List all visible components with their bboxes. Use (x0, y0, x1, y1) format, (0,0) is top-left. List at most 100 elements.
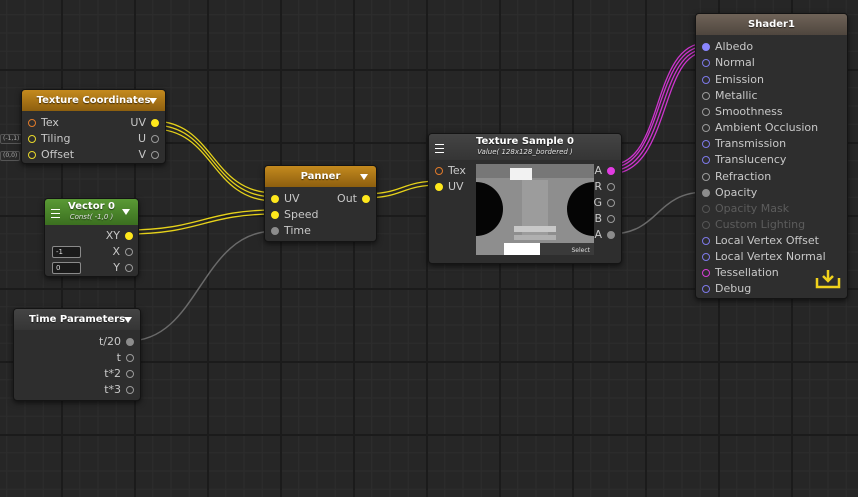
port-ambient-occlusion-input[interactable]: Ambient Occlusion (702, 121, 818, 135)
texture-preview[interactable]: Select (476, 164, 594, 255)
port-tex-input[interactable]: Tex (435, 164, 466, 178)
port-connector-icon[interactable] (435, 183, 443, 191)
port-connector-icon[interactable] (125, 232, 133, 240)
port-speed-input[interactable]: Speed (271, 208, 318, 222)
port-b-output[interactable]: B (594, 212, 615, 226)
port-connector-icon[interactable] (126, 386, 134, 394)
vector-node[interactable]: Vector 0 Const( -1,0 ) XY X Y -1 0 (44, 198, 139, 277)
vector-node-header[interactable]: Vector 0 Const( -1,0 ) (45, 199, 138, 225)
menu-icon[interactable] (435, 144, 444, 153)
port-connector-icon[interactable] (702, 221, 710, 229)
select-texture-button[interactable]: Select (571, 247, 590, 254)
port-y-output[interactable]: Y (113, 261, 133, 275)
port-connector-icon[interactable] (702, 269, 710, 277)
port-tiling-input[interactable]: Tiling (28, 132, 71, 146)
port-connector-icon[interactable] (28, 135, 36, 143)
port-connector-icon[interactable] (126, 370, 134, 378)
panner-node[interactable]: Panner UV Speed Time Out (264, 165, 377, 242)
port-connector-icon[interactable] (702, 59, 710, 67)
port-connector-icon[interactable] (151, 151, 159, 159)
port-connector-icon[interactable] (28, 119, 36, 127)
shader-header[interactable]: Shader1 (696, 14, 847, 35)
time-parameters-node[interactable]: Time Parameters t/20 t t*2 t*3 (13, 308, 141, 401)
port-connector-icon[interactable] (702, 172, 710, 181)
port-connector-icon[interactable] (435, 167, 443, 175)
port-smoothness-input[interactable]: Smoothness (702, 105, 783, 119)
port-connector-icon[interactable] (362, 195, 370, 203)
port-refraction-input[interactable]: Refraction (702, 170, 771, 184)
port-tessellation-input[interactable]: Tessellation (702, 266, 779, 280)
port-connector-icon[interactable] (607, 183, 615, 191)
port-connector-icon[interactable] (125, 264, 133, 272)
port-r-output[interactable]: R (594, 180, 615, 194)
port-opacity-input[interactable]: Opacity (702, 186, 757, 200)
port-connector-icon[interactable] (271, 227, 279, 235)
port-connector-icon[interactable] (151, 119, 159, 127)
texture-sample-node[interactable]: Texture Sample 0 Value( 128x128_bordered… (428, 133, 622, 264)
port-connector-icon[interactable] (702, 188, 710, 197)
port-connector-icon[interactable] (126, 354, 134, 362)
port-connector-icon[interactable] (702, 140, 710, 148)
chevron-down-icon[interactable] (149, 98, 157, 104)
port-uv-output[interactable]: UV (130, 116, 159, 130)
port-out-output[interactable]: Out (337, 192, 370, 206)
port-connector-icon[interactable] (702, 156, 710, 164)
port-connector-icon[interactable] (702, 75, 710, 84)
port-metallic-input[interactable]: Metallic (702, 89, 758, 103)
port-connector-icon[interactable] (702, 204, 710, 213)
port-connector-icon[interactable] (702, 107, 710, 116)
port-connector-icon[interactable] (702, 124, 710, 132)
port-connector-icon[interactable] (151, 135, 159, 143)
time-parameters-header[interactable]: Time Parameters (14, 309, 140, 330)
chevron-down-icon[interactable] (124, 317, 132, 323)
menu-icon[interactable] (51, 209, 60, 218)
port-local-vertex-offset-input[interactable]: Local Vertex Offset (702, 234, 819, 248)
port-x-output[interactable]: X (112, 245, 133, 259)
port-g-output[interactable]: G (593, 196, 615, 210)
x-value-field[interactable]: -1 (52, 246, 81, 258)
port-connector-icon[interactable] (271, 211, 279, 219)
port-uv-input[interactable]: UV (271, 192, 300, 206)
port-connector-icon[interactable] (28, 151, 36, 159)
y-value-field[interactable]: 0 (52, 262, 81, 274)
port-normal-input[interactable]: Normal (702, 56, 755, 70)
port-t3-output[interactable]: t*3 (104, 383, 134, 397)
texture-coordinates-header[interactable]: Texture Coordinates (22, 90, 165, 111)
port-connector-icon[interactable] (702, 285, 710, 293)
port-custom-lighting-input[interactable]: Custom Lighting (702, 218, 805, 232)
port-xy-output[interactable]: XY (106, 229, 133, 243)
port-u-output[interactable]: U (138, 132, 159, 146)
port-debug-input[interactable]: Debug (702, 282, 751, 296)
chevron-down-icon[interactable] (360, 174, 368, 180)
port-connector-icon[interactable] (607, 167, 615, 175)
port-local-vertex-normal-input[interactable]: Local Vertex Normal (702, 250, 826, 264)
texture-sample-header[interactable]: Texture Sample 0 Value( 128x128_bordered… (429, 134, 621, 160)
port-connector-icon[interactable] (702, 237, 710, 245)
port-a-output[interactable]: A (594, 228, 615, 242)
texture-coordinates-node[interactable]: Texture Coordinates Tex Tiling Offset UV… (21, 89, 166, 164)
port-albedo-input[interactable]: Albedo (702, 40, 753, 54)
port-connector-icon[interactable] (702, 91, 710, 100)
port-transmission-input[interactable]: Transmission (702, 137, 786, 151)
download-icon[interactable] (815, 268, 841, 290)
port-tex-input[interactable]: Tex (28, 116, 59, 130)
port-uv-input[interactable]: UV (435, 180, 464, 194)
port-t-output[interactable]: t (117, 351, 134, 365)
port-connector-icon[interactable] (607, 199, 615, 207)
port-opacity-mask-input[interactable]: Opacity Mask (702, 202, 789, 216)
port-connector-icon[interactable] (125, 248, 133, 256)
port-connector-icon[interactable] (702, 43, 710, 51)
port-connector-icon[interactable] (607, 215, 615, 223)
port-connector-icon[interactable] (607, 231, 615, 239)
port-translucency-input[interactable]: Translucency (702, 153, 786, 167)
port-emission-input[interactable]: Emission (702, 73, 764, 87)
port-connector-icon[interactable] (702, 253, 710, 261)
port-connector-icon[interactable] (126, 338, 134, 346)
port-connector-icon[interactable] (271, 195, 279, 203)
shader-output-node[interactable]: Shader1 Albedo Normal Emission Metallic … (695, 13, 848, 299)
port-t20-output[interactable]: t/20 (99, 335, 134, 349)
chevron-down-icon[interactable] (122, 209, 130, 215)
panner-header[interactable]: Panner (265, 166, 376, 187)
port-time-input[interactable]: Time (271, 224, 311, 238)
port-offset-input[interactable]: Offset (28, 148, 74, 162)
